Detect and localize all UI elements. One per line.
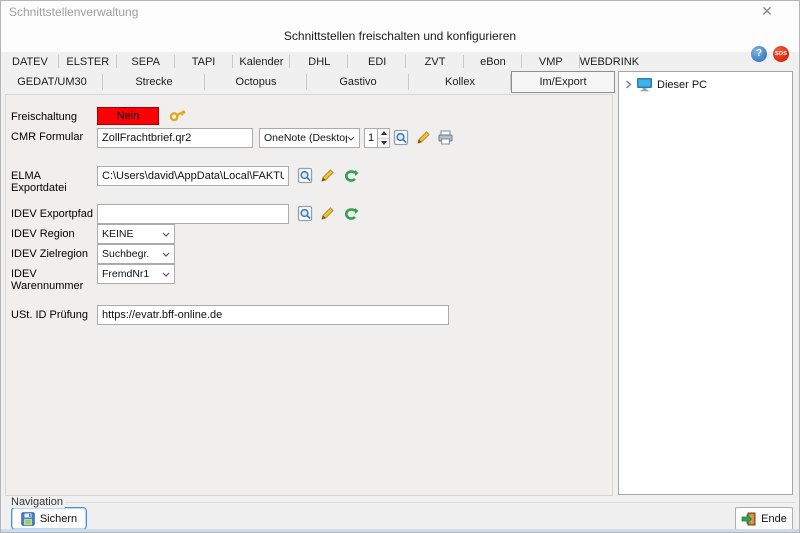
title-bar: Schnittstellenverwaltung ✕ bbox=[1, 1, 799, 21]
print-icon[interactable] bbox=[437, 129, 454, 146]
navigation-group-line bbox=[65, 502, 795, 503]
idev-region-label: IDEV Region bbox=[11, 228, 97, 240]
sos-icon[interactable]: SOS bbox=[773, 46, 789, 62]
sichern-button[interactable]: Sichern bbox=[11, 507, 87, 530]
tree-item-dieser-pc[interactable]: Dieser PC bbox=[619, 72, 792, 92]
tab-ebon[interactable]: eBon bbox=[464, 52, 522, 71]
header: Schnittstellen freischalten und konfigur… bbox=[1, 21, 799, 52]
printer-select-value: OneNote (Desktop) bbox=[264, 132, 347, 144]
chevron-down-icon bbox=[347, 136, 355, 141]
copies-value: 1 bbox=[365, 129, 377, 147]
key-icon[interactable] bbox=[167, 104, 184, 121]
tab-bar-row1: DATEV ELSTER SEPA TAPI Kalender DHL EDI … bbox=[1, 52, 639, 71]
floppy-disk-icon bbox=[21, 512, 35, 526]
ust-id-pruefung-label: USt. ID Prüfung bbox=[11, 309, 97, 321]
tab-webdrink[interactable]: WEBDRINK bbox=[580, 52, 639, 71]
elma-browse-icon[interactable] bbox=[297, 167, 314, 184]
tree-item-label: Dieser PC bbox=[657, 79, 707, 91]
exit-door-icon bbox=[741, 512, 756, 526]
freischaltung-label: Freischaltung bbox=[11, 111, 97, 123]
close-icon[interactable]: ✕ bbox=[757, 3, 777, 20]
idev-warennummer-value: FremdNr1 bbox=[102, 268, 162, 280]
tab-kollex[interactable]: Kollex bbox=[409, 71, 511, 93]
elma-edit-pencil-icon[interactable] bbox=[319, 167, 336, 184]
idev-exportpfad-label: IDEV Exportpfad bbox=[11, 208, 97, 220]
file-tree-panel: Dieser PC bbox=[618, 71, 793, 495]
tab-elster[interactable]: ELSTER bbox=[59, 52, 117, 71]
page-title: Schnittstellen freischalten und konfigur… bbox=[1, 29, 799, 43]
cmr-formular-label: CMR Formular bbox=[11, 131, 97, 143]
app-window: Schnittstellenverwaltung ✕ Schnittstelle… bbox=[0, 0, 800, 533]
stepper-down-button[interactable] bbox=[378, 139, 389, 148]
tab-tapi[interactable]: TAPI bbox=[175, 52, 233, 71]
tab-gastivo[interactable]: Gastivo bbox=[307, 71, 409, 93]
idev-exportpfad-input[interactable] bbox=[97, 204, 289, 224]
chevron-down-icon bbox=[162, 252, 170, 257]
cmr-file-input[interactable] bbox=[97, 128, 253, 148]
idev-zielregion-select[interactable]: Suchbegr. bbox=[97, 244, 175, 264]
help-icon[interactable]: ? bbox=[751, 46, 767, 62]
window-title: Schnittstellenverwaltung bbox=[9, 5, 138, 19]
elma-reset-arrow-icon[interactable] bbox=[342, 167, 359, 184]
computer-monitor-icon bbox=[636, 77, 653, 92]
tab-edi[interactable]: EDI bbox=[348, 52, 406, 71]
navigation-group-label: Navigation bbox=[9, 496, 65, 508]
idev-edit-pencil-icon[interactable] bbox=[319, 205, 336, 222]
idev-region-value: KEINE bbox=[102, 228, 162, 240]
tab-strecke[interactable]: Strecke bbox=[103, 71, 205, 93]
sichern-button-label: Sichern bbox=[40, 513, 77, 525]
main-panel bbox=[5, 94, 613, 496]
tab-im-export[interactable]: Im/Export bbox=[511, 71, 615, 93]
idev-zielregion-label: IDEV Zielregion bbox=[11, 248, 97, 260]
idev-region-select[interactable]: KEINE bbox=[97, 224, 175, 244]
stepper-up-button[interactable] bbox=[378, 129, 389, 139]
preview-icon[interactable] bbox=[393, 129, 410, 146]
elma-path-input[interactable] bbox=[97, 166, 289, 186]
ende-button-label: Ende bbox=[761, 513, 787, 525]
window-bottom-accent bbox=[1, 529, 799, 533]
idev-browse-icon[interactable] bbox=[297, 205, 314, 222]
tab-kalender[interactable]: Kalender bbox=[233, 52, 291, 71]
idev-reset-arrow-icon[interactable] bbox=[342, 205, 359, 222]
freischaltung-status-button[interactable]: Nein bbox=[97, 107, 159, 125]
copies-stepper[interactable]: 1 bbox=[364, 128, 390, 148]
printer-select[interactable]: OneNote (Desktop) bbox=[259, 128, 360, 148]
ust-id-url-input[interactable] bbox=[97, 305, 449, 325]
chevron-down-icon bbox=[162, 232, 170, 237]
expand-chevron-icon[interactable] bbox=[625, 80, 632, 89]
elma-exportdatei-label: ELMA Exportdatei bbox=[11, 170, 97, 194]
tab-datev[interactable]: DATEV bbox=[1, 52, 59, 71]
ende-button[interactable]: Ende bbox=[735, 507, 793, 530]
edit-pencil-icon[interactable] bbox=[415, 129, 432, 146]
tab-gedat-um30[interactable]: GEDAT/UM30 bbox=[1, 71, 103, 93]
chevron-down-icon bbox=[162, 272, 170, 277]
tab-zvt[interactable]: ZVT bbox=[406, 52, 464, 71]
tab-bar-row2: GEDAT/UM30 Strecke Octopus Gastivo Kolle… bbox=[1, 71, 615, 93]
idev-zielregion-value: Suchbegr. bbox=[102, 248, 162, 260]
tab-sepa[interactable]: SEPA bbox=[117, 52, 175, 71]
tab-dhl[interactable]: DHL bbox=[290, 52, 348, 71]
tab-octopus[interactable]: Octopus bbox=[205, 71, 307, 93]
idev-warennummer-label: IDEV Warennummer bbox=[11, 268, 97, 292]
tab-vmp[interactable]: VMP bbox=[522, 52, 580, 71]
idev-warennummer-select[interactable]: FremdNr1 bbox=[97, 264, 175, 284]
